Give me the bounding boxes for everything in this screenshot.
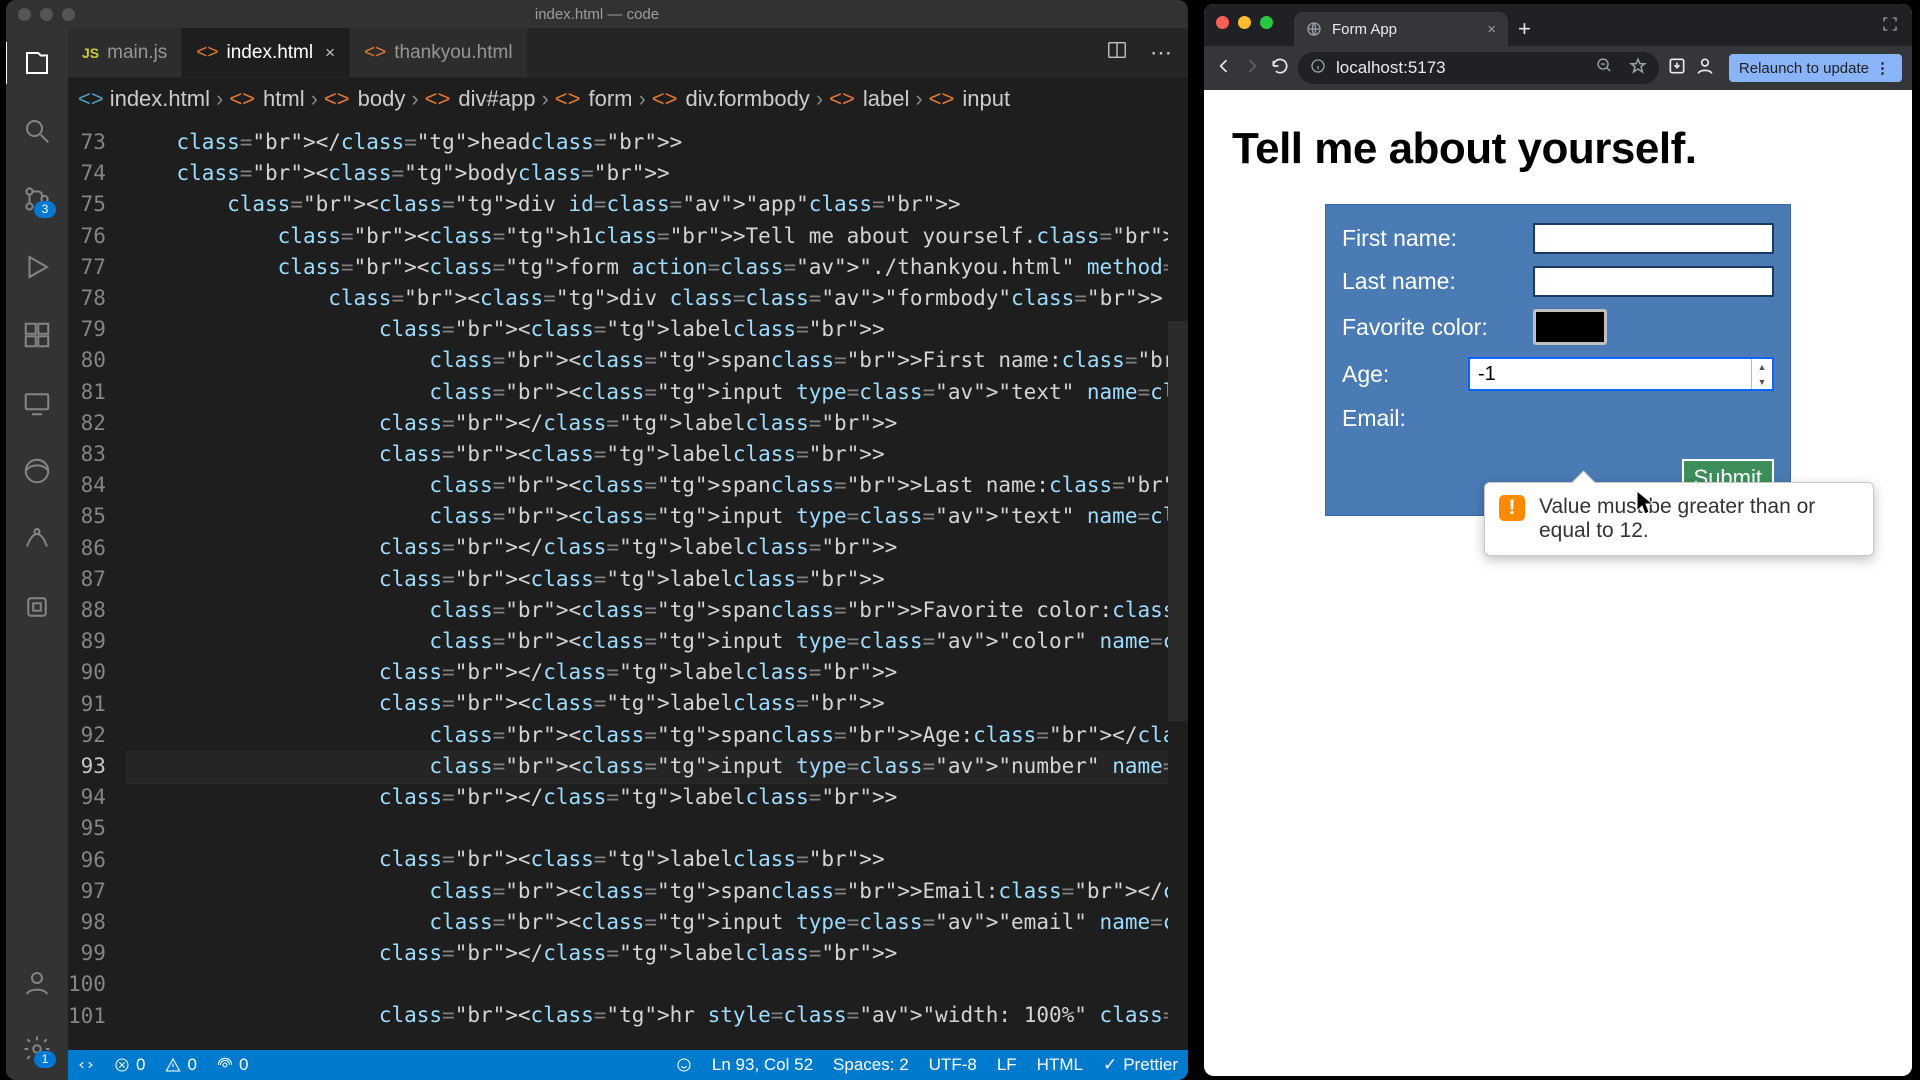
chrome-tabstrip: Form App × + xyxy=(1204,4,1912,46)
profile-icon[interactable] xyxy=(1695,56,1715,81)
form-card: First name: Last name: Favorite color: A… xyxy=(1325,204,1791,516)
validation-message: Value must be greater than or equal to 1… xyxy=(1539,495,1859,543)
activity-extra2-icon[interactable] xyxy=(20,590,54,624)
label-color: Favorite color: xyxy=(1342,314,1517,341)
accounts-icon[interactable] xyxy=(20,966,54,1000)
address-bar[interactable]: localhost:5173 xyxy=(1298,52,1659,84)
status-formatter[interactable]: ✓ Prettier xyxy=(1103,1055,1178,1075)
minimap-viewport[interactable] xyxy=(1168,321,1188,721)
tag-icon: <> xyxy=(829,86,855,112)
vscode-window: index.html — code 3 1 JSmain.j xyxy=(6,0,1188,1080)
status-feedback-icon[interactable] xyxy=(676,1057,692,1073)
tag-icon: <> xyxy=(652,86,678,112)
mac-window-controls[interactable] xyxy=(1216,16,1273,29)
remote-icon[interactable] xyxy=(20,386,54,420)
mac-window-controls[interactable] xyxy=(18,8,75,21)
remote-indicator[interactable] xyxy=(78,1057,94,1073)
vscode-title: index.html — code xyxy=(535,6,659,23)
label-age: Age: xyxy=(1342,361,1452,388)
tag-icon: <> xyxy=(324,86,350,112)
explorer-icon[interactable] xyxy=(20,46,54,80)
url-text: localhost:5173 xyxy=(1336,58,1446,78)
label-email: Email: xyxy=(1342,405,1517,432)
status-cursor[interactable]: Ln 93, Col 52 xyxy=(712,1055,813,1075)
activity-extra-icon[interactable] xyxy=(20,522,54,556)
settings-badge: 1 xyxy=(34,1051,56,1068)
status-spaces[interactable]: Spaces: 2 xyxy=(833,1055,909,1075)
reload-button[interactable] xyxy=(1270,56,1290,81)
rendered-page: Tell me about yourself. First name: Last… xyxy=(1204,90,1912,1076)
status-encoding[interactable]: UTF-8 xyxy=(929,1055,977,1075)
new-tab-button[interactable]: + xyxy=(1508,12,1541,46)
activity-bar: 3 1 xyxy=(6,28,68,1080)
close-icon[interactable]: × xyxy=(1487,21,1496,38)
chrome-window: Form App × + localhost:5173 Relaunch to … xyxy=(1204,4,1912,1076)
file-icon: <> xyxy=(78,86,104,112)
tag-icon: <> xyxy=(229,86,255,112)
status-warnings[interactable]: 0 xyxy=(165,1055,196,1075)
tab-more-icon[interactable]: ⋯ xyxy=(1150,40,1174,66)
warning-icon: ! xyxy=(1499,495,1525,521)
tab-title: Form App xyxy=(1332,21,1397,38)
bookmark-star-icon[interactable] xyxy=(1629,57,1647,80)
globe-icon xyxy=(1306,21,1322,37)
tag-icon: <> xyxy=(555,86,581,112)
close-dot[interactable] xyxy=(18,8,31,21)
validation-tooltip: ! Value must be greater than or equal to… xyxy=(1484,482,1874,556)
status-ports[interactable]: 0 xyxy=(217,1055,248,1075)
zoom-icon[interactable] xyxy=(1596,57,1613,79)
relaunch-button[interactable]: Relaunch to update⋮ xyxy=(1729,54,1902,82)
editor-tabs: JSmain.js <>index.html× <>thankyou.html … xyxy=(68,28,1188,78)
status-bar: 0 0 0 Ln 93, Col 52 Spaces: 2 UTF-8 LF H… xyxy=(68,1050,1188,1080)
tag-icon: <> xyxy=(425,86,451,112)
age-input-wrapper: ▲▼ xyxy=(1468,357,1774,391)
tab-thankyou-html[interactable]: <>thankyou.html xyxy=(350,28,528,77)
browser-toolbar: localhost:5173 Relaunch to update⋮ xyxy=(1204,46,1912,90)
number-stepper[interactable]: ▲▼ xyxy=(1751,359,1772,389)
tab-index-html[interactable]: <>index.html× xyxy=(182,28,350,77)
age-input[interactable] xyxy=(1470,363,1751,386)
last-name-input[interactable] xyxy=(1533,266,1774,297)
forward-button[interactable] xyxy=(1242,56,1262,81)
vscode-titlebar[interactable]: index.html — code xyxy=(6,0,1188,28)
step-up-icon[interactable]: ▲ xyxy=(1752,359,1772,374)
label-first: First name: xyxy=(1342,225,1517,252)
browser-tab[interactable]: Form App × xyxy=(1294,12,1508,46)
split-editor-icon[interactable] xyxy=(1106,39,1128,66)
color-input[interactable] xyxy=(1533,309,1607,345)
code-editor[interactable]: 7374757677787980818283848586878889909192… xyxy=(68,121,1188,1050)
minimap[interactable] xyxy=(1168,121,1188,1050)
status-errors[interactable]: 0 xyxy=(114,1055,145,1075)
status-language[interactable]: HTML xyxy=(1037,1055,1083,1075)
search-icon[interactable] xyxy=(20,114,54,148)
zoom-dot[interactable] xyxy=(62,8,75,21)
tag-icon: <> xyxy=(929,86,955,112)
settings-gear-icon[interactable]: 1 xyxy=(20,1032,54,1066)
page-heading: Tell me about yourself. xyxy=(1232,124,1884,174)
install-app-icon[interactable] xyxy=(1667,56,1687,81)
source-control-icon[interactable]: 3 xyxy=(20,182,54,216)
extensions-icon[interactable] xyxy=(20,318,54,352)
site-info-icon[interactable] xyxy=(1310,58,1326,79)
breadcrumbs[interactable]: <> index.html› <>html› <>body› <>div#app… xyxy=(68,78,1188,121)
minimize-dot[interactable] xyxy=(40,8,53,21)
label-last: Last name: xyxy=(1342,268,1517,295)
expand-icon[interactable] xyxy=(1882,16,1898,37)
close-dot[interactable] xyxy=(1216,16,1229,29)
tab-main-js[interactable]: JSmain.js xyxy=(68,28,182,77)
status-eol[interactable]: LF xyxy=(997,1055,1017,1075)
zoom-dot[interactable] xyxy=(1260,16,1273,29)
close-icon[interactable]: × xyxy=(325,43,335,63)
step-down-icon[interactable]: ▼ xyxy=(1752,374,1772,389)
first-name-input[interactable] xyxy=(1533,223,1774,254)
run-debug-icon[interactable] xyxy=(20,250,54,284)
edge-icon[interactable] xyxy=(20,454,54,488)
scm-badge: 3 xyxy=(34,201,56,218)
minimize-dot[interactable] xyxy=(1238,16,1251,29)
back-button[interactable] xyxy=(1214,56,1234,81)
